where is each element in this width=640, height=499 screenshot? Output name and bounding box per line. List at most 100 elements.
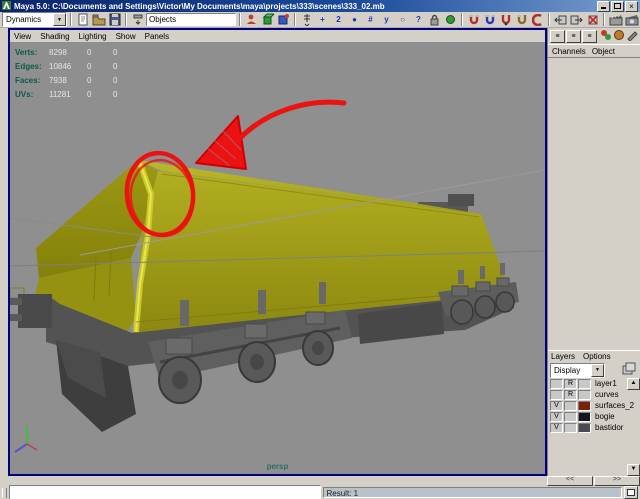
outline-view-icon[interactable]: ≡ [566, 30, 581, 43]
snap-grid-icon[interactable] [466, 13, 481, 27]
toolbar-separator [70, 13, 72, 26]
manipulator-icon[interactable] [600, 29, 612, 43]
window-title: Maya 5.0: C:\Documents and Settings\Vict… [14, 2, 594, 11]
viewport-menu-lighting[interactable]: Lighting [79, 32, 107, 41]
poly-count-hud: Verts:829800 Edges:1084600 Faces:793800 … [15, 45, 139, 101]
scroll-down-icon[interactable]: ▼ [627, 464, 640, 476]
mask-curves-icon[interactable]: 2 [331, 13, 346, 27]
snap-curve-icon[interactable] [482, 13, 497, 27]
toolbar-separator [294, 13, 296, 26]
layer-ref-toggle[interactable] [564, 412, 577, 422]
sidebar-icon-row: ≡ ≡ ≡ [548, 28, 640, 44]
close-button[interactable]: × [625, 1, 638, 12]
render-frame-icon[interactable] [608, 13, 623, 27]
output-connections-icon[interactable] [569, 13, 584, 27]
new-scene-icon[interactable] [75, 13, 90, 27]
layer-visibility-toggle[interactable]: V [550, 423, 563, 433]
layer-visibility-toggle[interactable] [550, 379, 563, 389]
grid-view-icon[interactable]: ≡ [582, 30, 597, 43]
viewport-menu-shading[interactable]: Shading [40, 32, 69, 41]
layer-color-swatch[interactable] [578, 412, 591, 422]
options-menu[interactable]: Options [583, 352, 611, 361]
pencil-icon[interactable] [626, 29, 638, 43]
tab-channels[interactable]: Channels [552, 47, 586, 56]
train-3d-scene [10, 42, 545, 474]
select-hierarchy-icon[interactable] [244, 13, 259, 27]
layer-name[interactable]: bastidor [592, 423, 623, 432]
layer-color-swatch[interactable] [578, 379, 591, 389]
snap-plane-icon[interactable] [514, 13, 529, 27]
viewport-canvas[interactable]: Verts:829800 Edges:1084600 Faces:793800 … [10, 42, 545, 474]
layer-editor: Layers Options Display ▼ R layer1 [548, 350, 640, 433]
toolbar-separator [239, 13, 241, 26]
layer-visibility-toggle[interactable] [550, 390, 563, 400]
mask-dynamics-icon[interactable]: y [379, 13, 394, 27]
layer-name[interactable]: curves [592, 390, 619, 399]
viewport-menu-panels[interactable]: Panels [145, 32, 169, 41]
layer-name[interactable]: layer1 [592, 379, 617, 388]
highlight-selection-icon[interactable] [443, 13, 458, 27]
layer-visibility-toggle[interactable]: V [550, 412, 563, 422]
sphere-icon[interactable] [613, 29, 625, 43]
toolbar-separator [548, 13, 550, 26]
lock-selection-icon[interactable] [427, 13, 442, 27]
layer-visibility-toggle[interactable]: V [550, 401, 563, 411]
select-component-icon[interactable] [276, 13, 291, 27]
selection-mask-field[interactable] [146, 13, 236, 26]
layer-ref-toggle[interactable] [564, 401, 577, 411]
mask-rendering-icon[interactable]: ○ [395, 13, 410, 27]
camera-label: persp [10, 462, 545, 471]
chevron-down-icon[interactable]: ▼ [591, 364, 604, 377]
ipr-render-icon[interactable] [624, 13, 639, 27]
chevron-down-icon[interactable]: ▼ [53, 13, 66, 26]
command-result: Result: 1 [323, 487, 623, 498]
layer-name[interactable]: bogie [592, 412, 615, 421]
mask-points-icon[interactable]: + [315, 13, 330, 27]
make-live-icon[interactable] [530, 13, 545, 27]
layer-list-scrollbar[interactable]: ▲ ▼ [627, 378, 639, 474]
save-scene-icon[interactable] [107, 13, 122, 27]
select-object-icon[interactable] [260, 13, 275, 27]
mask-misc-icon[interactable]: ? [411, 13, 426, 27]
snap-point-icon[interactable] [498, 13, 513, 27]
mask-list-icon[interactable] [299, 13, 314, 27]
maya-app-icon [2, 1, 11, 12]
layer-color-swatch[interactable] [578, 423, 591, 433]
list-view-icon[interactable]: ≡ [550, 30, 565, 43]
command-line-grip[interactable] [2, 488, 7, 498]
channel-box-area[interactable] [548, 58, 640, 354]
layer-mode-dropdown[interactable]: Display ▼ [550, 363, 605, 378]
viewport-menu-show[interactable]: Show [116, 32, 136, 41]
maya-window: Maya 5.0: C:\Documents and Settings\Vict… [0, 0, 640, 499]
layer-ref-toggle[interactable]: R [564, 379, 577, 389]
tab-object[interactable]: Object [592, 47, 615, 56]
scroll-up-icon[interactable]: ▲ [627, 378, 640, 390]
mel-command-input[interactable] [9, 485, 321, 499]
layer-color-swatch[interactable] [578, 390, 591, 400]
layers-menu[interactable]: Layers [551, 352, 575, 361]
viewport-menu-view[interactable]: View [14, 32, 31, 41]
mask-deformations-icon[interactable]: # [363, 13, 378, 27]
hud-label: Faces: [15, 76, 49, 85]
mask-surfaces-icon[interactable]: ● [347, 13, 362, 27]
minimize-button[interactable] [597, 1, 610, 12]
input-connections-icon[interactable] [553, 13, 568, 27]
layer-ref-toggle[interactable]: R [564, 390, 577, 400]
script-editor-button[interactable] [624, 486, 638, 499]
forward-button[interactable]: >> [594, 476, 640, 486]
new-layer-icon[interactable] [622, 362, 638, 378]
toolbar-separator [125, 13, 127, 26]
back-button[interactable]: << [547, 476, 593, 486]
open-scene-icon[interactable] [91, 13, 106, 27]
menuset-dropdown[interactable]: Dynamics ▼ [2, 12, 67, 27]
layer-ref-toggle[interactable] [564, 423, 577, 433]
construction-history-icon[interactable] [585, 13, 600, 27]
layer-color-swatch[interactable] [578, 401, 591, 411]
pane-nav-row: << >> [547, 476, 640, 486]
perspective-viewport-panel[interactable]: View Shading Lighting Show Panels [8, 28, 547, 476]
layer-mode-value: Display [551, 366, 591, 375]
hud-label: Verts: [15, 48, 49, 57]
selection-mode-icon[interactable] [130, 13, 145, 27]
layer-editor-menubar: Layers Options [548, 351, 640, 362]
restore-button[interactable] [611, 1, 624, 12]
